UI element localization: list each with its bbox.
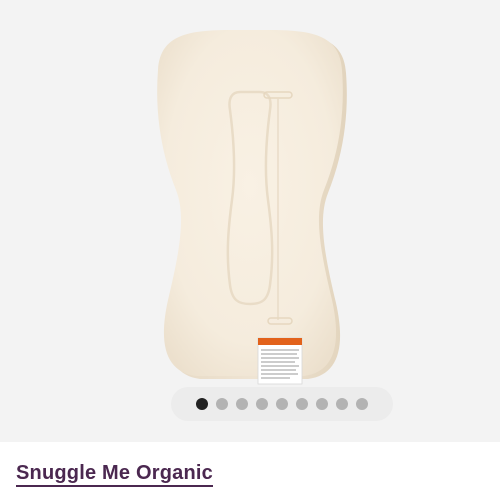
product-card: Snuggle Me Organic <box>0 0 500 500</box>
carousel-dot[interactable] <box>276 398 288 410</box>
product-image[interactable] <box>0 0 500 442</box>
carousel-dot[interactable] <box>316 398 328 410</box>
product-title-link[interactable]: Snuggle Me Organic <box>16 462 213 487</box>
carousel-dot[interactable] <box>256 398 268 410</box>
carousel-dot[interactable] <box>336 398 348 410</box>
carousel-dot[interactable] <box>216 398 228 410</box>
carousel-dot[interactable] <box>296 398 308 410</box>
carousel-dots <box>171 387 393 421</box>
pad-body <box>157 30 343 376</box>
warning-label-icon <box>257 337 303 385</box>
carousel-dot[interactable] <box>356 398 368 410</box>
product-image-container[interactable] <box>0 0 500 442</box>
carousel-dot[interactable] <box>196 398 208 410</box>
title-area: Snuggle Me Organic <box>16 462 213 487</box>
carousel-dot[interactable] <box>236 398 248 410</box>
